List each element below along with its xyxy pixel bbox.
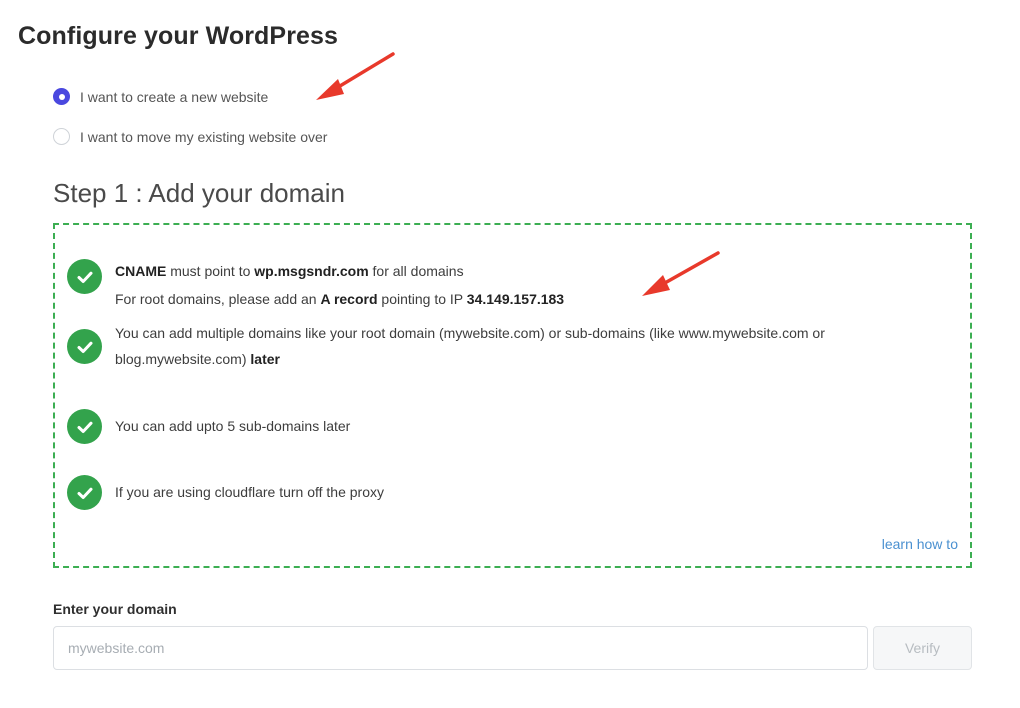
instruction-subdomain-limit: You can add upto 5 sub-domains later	[67, 409, 350, 444]
option-move-existing-website-label: I want to move my existing website over	[80, 128, 328, 145]
instruction-subdomain-limit-text: You can add upto 5 sub-domains later	[115, 418, 351, 434]
arrow-annotation-icon	[316, 52, 395, 100]
check-circle-icon	[67, 475, 102, 510]
instruction-cname: CNAME must point to wp.msgsndr.com for a…	[67, 259, 564, 313]
ip-address: 34.149.157.183	[466, 291, 565, 307]
option-move-existing-website[interactable]: I want to move my existing website over	[53, 128, 327, 145]
instruction-multiple-domains-text: You can add multiple domains like your r…	[115, 325, 825, 367]
configure-wordpress-page: Configure your WordPress I want to creat…	[0, 0, 1020, 708]
learn-how-to-link[interactable]: learn how to	[882, 536, 958, 552]
radio-unselected-icon[interactable]	[53, 128, 70, 145]
check-circle-icon	[67, 409, 102, 444]
domain-field-label: Enter your domain	[53, 601, 177, 617]
domain-input[interactable]	[53, 626, 868, 670]
instruction-multiple-domains: You can add multiple domains like your r…	[67, 325, 955, 372]
step-title: Step 1 : Add your domain	[53, 178, 345, 208]
page-title: Configure your WordPress	[18, 22, 339, 50]
check-circle-icon	[67, 259, 102, 294]
instruction-cloudflare: If you are using cloudflare turn off the…	[67, 475, 384, 510]
radio-selected-icon[interactable]	[53, 88, 70, 105]
verify-button[interactable]: Verify	[873, 626, 972, 670]
option-create-new-website[interactable]: I want to create a new website	[53, 88, 268, 105]
option-create-new-website-label: I want to create a new website	[80, 88, 269, 105]
check-circle-icon	[67, 329, 102, 364]
instruction-cname-text: CNAME must point to wp.msgsndr.com for a…	[115, 257, 564, 313]
instruction-cname-line: CNAME must point to wp.msgsndr.com for a…	[115, 263, 464, 279]
domain-instructions-box: CNAME must point to wp.msgsndr.com for a…	[53, 223, 972, 568]
instruction-a-record-line: For root domains, please add an A record…	[115, 291, 565, 307]
instruction-cloudflare-text: If you are using cloudflare turn off the…	[115, 484, 385, 500]
